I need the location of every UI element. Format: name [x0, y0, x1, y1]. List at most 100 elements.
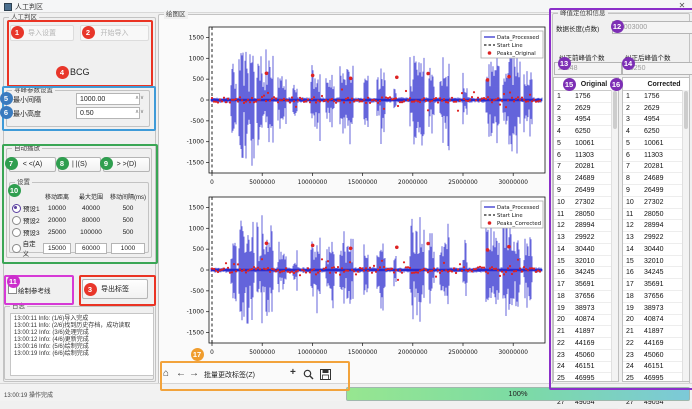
table-row[interactable]: 1532010 [623, 256, 689, 268]
table-row[interactable]: 1634245 [554, 267, 618, 279]
table-row[interactable]: 1329922 [623, 232, 689, 244]
table-row[interactable]: 1735691 [554, 279, 618, 291]
table-row[interactable]: 1430440 [554, 244, 618, 256]
table-row[interactable]: 720281 [623, 162, 689, 174]
annotation-badge: 9 [100, 157, 113, 170]
table-row[interactable]: 2040874 [554, 315, 618, 327]
table-row[interactable]: 1228994 [623, 220, 689, 232]
table-row[interactable]: 46250 [554, 126, 618, 138]
table-row[interactable]: 11756 [554, 91, 618, 103]
log-area[interactable]: 13:00:11 Info: (1/6)导入完成 13:00:11 Info: … [10, 313, 154, 376]
table-row[interactable]: 1837656 [554, 291, 618, 303]
progress-bar: 100% [346, 387, 690, 401]
svg-text:1000: 1000 [189, 225, 204, 232]
signal-chart-top[interactable]: 150010005000-500-1000-150005000000100000… [161, 17, 547, 187]
table-row[interactable]: 2446151 [623, 362, 689, 374]
custom-move-input[interactable]: 15000 [43, 243, 71, 254]
table-scrollbar[interactable] [611, 90, 618, 381]
table-row[interactable]: 1532010 [554, 256, 618, 268]
table-row[interactable]: 1430440 [623, 244, 689, 256]
data-length-label: 数据长度(点数) [556, 23, 599, 33]
table-row[interactable]: 2244169 [623, 338, 689, 350]
svg-text:-500: -500 [190, 118, 204, 125]
log-group-title: 日志 [10, 303, 27, 311]
table-row[interactable]: 2345060 [554, 350, 618, 362]
table-row[interactable]: 926499 [554, 185, 618, 197]
svg-text:-1000: -1000 [187, 139, 205, 146]
table-row[interactable]: 824689 [554, 173, 618, 185]
svg-text:500: 500 [193, 246, 205, 253]
min-height-spinner-icon[interactable]: ∧∨ [135, 109, 145, 115]
annotation-badge: 17 [191, 348, 204, 361]
preset-3-radio[interactable] [12, 228, 21, 237]
signal-type-label: BCG [70, 67, 90, 77]
table-row[interactable]: 1837656 [623, 291, 689, 303]
svg-text:-1500: -1500 [187, 160, 205, 167]
table-row[interactable]: 46250 [623, 126, 689, 138]
app-window: { "window": { "title": "人工判区", "close": … [0, 0, 692, 400]
log-line: 13:00:16 Info: (5/6)绘制完成 [14, 344, 150, 351]
preset-custom-radio[interactable] [12, 244, 21, 253]
home-icon[interactable]: ⌂ [163, 368, 169, 380]
table-row[interactable]: 2141897 [554, 326, 618, 338]
signal-chart-bottom[interactable]: 150010005000-500-1000-150005000000100000… [161, 187, 547, 357]
batch-edit-labels-button[interactable]: 批量更改标签(Z) [204, 370, 255, 380]
preset-row-2[interactable]: 预设2 20000 80000 500 [11, 214, 147, 226]
custom-interval-input[interactable]: 1000 [111, 243, 145, 254]
table-row[interactable]: 1938973 [554, 303, 618, 315]
table-row[interactable]: 1128050 [623, 209, 689, 221]
table-row[interactable]: 11756 [623, 91, 689, 103]
table-row[interactable]: 2446151 [554, 362, 618, 374]
svg-text:0: 0 [210, 350, 214, 356]
svg-text:Data_Processed: Data_Processed [497, 205, 539, 211]
table-row[interactable]: 510061 [623, 138, 689, 150]
table-row[interactable]: 2244169 [554, 338, 618, 350]
zoom-icon[interactable] [303, 369, 314, 380]
min-interval-input[interactable]: 1000.00 [76, 93, 140, 105]
table-row[interactable]: 1027302 [623, 197, 689, 209]
table-row[interactable]: 34954 [623, 115, 689, 127]
table-row[interactable]: 926499 [623, 185, 689, 197]
table-row[interactable]: 1228994 [554, 220, 618, 232]
peaks-table-corrected[interactable]: Corrected 117562262934954462505100616113… [622, 77, 690, 382]
status-message: 13:00:19 操作完成 [4, 390, 53, 399]
table-row[interactable]: 1027302 [554, 197, 618, 209]
svg-text:0: 0 [200, 267, 204, 274]
svg-text:25000000: 25000000 [448, 350, 478, 356]
peaks-table-original[interactable]: Original 1175622629349544625051006161130… [553, 77, 619, 382]
forward-icon[interactable]: → [189, 368, 199, 380]
table-row[interactable]: 1128050 [554, 209, 618, 221]
table-row[interactable]: 1634245 [623, 267, 689, 279]
preset-row-1[interactable]: 预设1 10000 40000 500 [11, 202, 147, 214]
table-row[interactable]: 2345060 [623, 350, 689, 362]
table-row[interactable]: 824689 [623, 173, 689, 185]
min-interval-spinner-icon[interactable]: ∧∨ [135, 95, 145, 101]
table-row[interactable]: 22629 [554, 103, 618, 115]
table-row[interactable]: 510061 [554, 138, 618, 150]
close-icon[interactable]: ✕ [675, 1, 689, 11]
table-row[interactable]: 34954 [554, 115, 618, 127]
manual-zone-group-title: 人工判区 [9, 14, 39, 22]
min-height-input[interactable]: 0.50 [76, 107, 140, 119]
table-row[interactable]: 1329922 [554, 232, 618, 244]
back-icon[interactable]: ← [176, 368, 186, 380]
table-row[interactable]: 22629 [623, 103, 689, 115]
table-row[interactable]: 2040874 [623, 315, 689, 327]
annotation-badge: 13 [558, 57, 571, 70]
pan-icon[interactable]: + [290, 367, 296, 379]
preset-row-3[interactable]: 预设3 25000 100000 500 [11, 226, 147, 238]
preset-row-custom[interactable]: 自定义 15000 60000 1000 [11, 238, 147, 250]
save-icon[interactable] [320, 369, 331, 380]
preset-2-radio[interactable] [12, 216, 21, 225]
table-row[interactable]: 2141897 [623, 326, 689, 338]
preset-1-radio[interactable] [12, 204, 21, 213]
table-row[interactable]: 611303 [554, 150, 618, 162]
table-scrollbar[interactable] [682, 90, 689, 381]
custom-range-input[interactable]: 60000 [75, 243, 107, 254]
svg-text:15000000: 15000000 [348, 180, 378, 186]
annotation-badge: 14 [622, 57, 635, 70]
table-row[interactable]: 611303 [623, 150, 689, 162]
table-row[interactable]: 1938973 [623, 303, 689, 315]
table-row[interactable]: 720281 [554, 162, 618, 174]
table-row[interactable]: 1735691 [623, 279, 689, 291]
